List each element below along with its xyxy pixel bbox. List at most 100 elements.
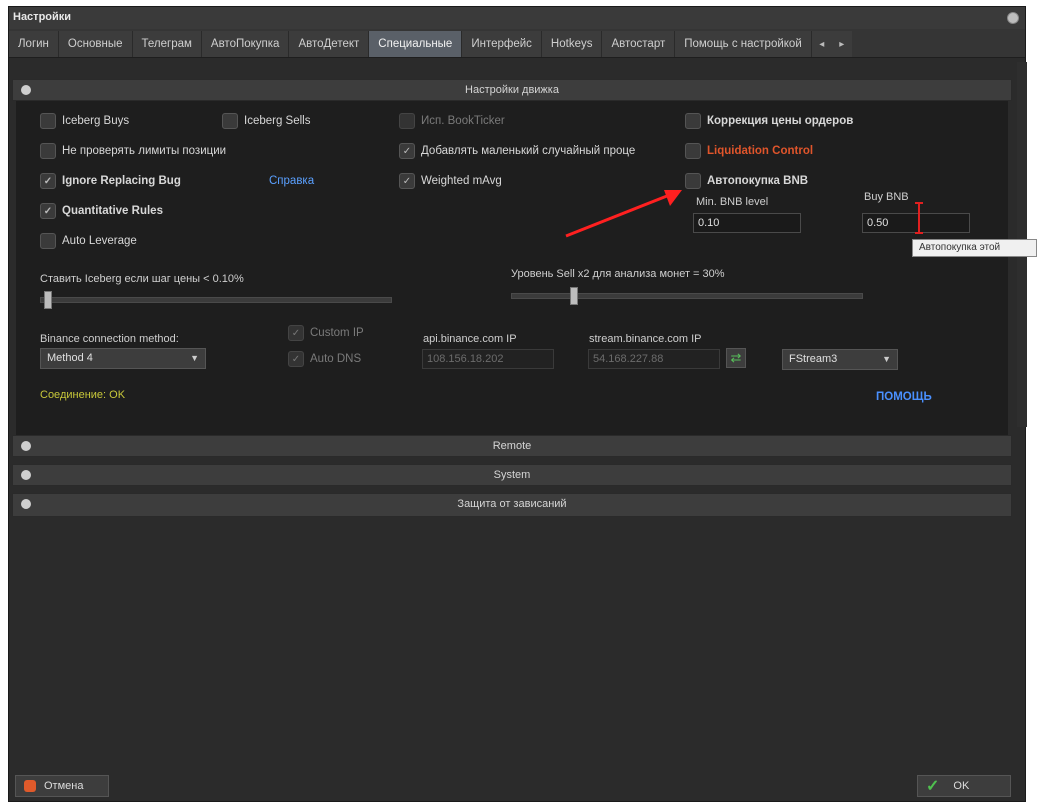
auto-leverage-checkbox[interactable]: Auto Leverage	[40, 233, 137, 249]
tab-scroll-left-icon[interactable]: ◂	[811, 31, 832, 57]
connection-method-value: Method 4	[47, 352, 93, 364]
tab-hotkeys[interactable]: Hotkeys	[541, 31, 603, 57]
ignore-replacing-bug-label: Ignore Replacing Bug	[62, 175, 181, 187]
connection-method-label: Binance connection method:	[40, 333, 179, 345]
checkbox-box[interactable]	[222, 113, 238, 129]
tab-scroll-right-icon[interactable]: ▸	[831, 31, 852, 57]
iceberg-buys-checkbox[interactable]: Iceberg Buys	[40, 113, 129, 129]
checkbox-box[interactable]	[40, 113, 56, 129]
auto-leverage-label: Auto Leverage	[62, 235, 137, 247]
add-small-random-label: Добавлять маленький случайный проце	[421, 145, 636, 157]
tab-autostart[interactable]: Автостарт	[602, 31, 676, 57]
chevron-down-icon: ▼	[882, 354, 891, 364]
help-link[interactable]: Справка	[269, 175, 314, 187]
freeze-protection-section-header[interactable]: Защита от зависаний	[12, 493, 1012, 517]
autobuy-bnb-checkbox[interactable]: Автопокупка BNB	[685, 173, 808, 189]
engine-section-body: Iceberg Buys Iceberg Sells Исп. BookTick…	[16, 101, 1008, 451]
connection-method-select[interactable]: Method 4 ▼	[40, 348, 206, 369]
checkmark-icon[interactable]: ✓	[288, 351, 304, 367]
iceberg-slider-label: Ставить Iceberg если шаг цены < 0.10%	[40, 273, 244, 285]
expand-icon[interactable]	[21, 470, 31, 480]
system-section-header[interactable]: System	[12, 464, 1012, 486]
checkbox-box[interactable]	[685, 113, 701, 129]
checkmark-icon[interactable]: ✓	[40, 173, 56, 189]
use-bookticker-checkbox[interactable]: Исп. BookTicker	[399, 113, 505, 129]
buy-bnb-label: Buy BNB	[864, 191, 909, 203]
auto-dns-checkbox[interactable]: ✓ Auto DNS	[288, 351, 361, 367]
checkmark-icon[interactable]: ✓	[288, 325, 304, 341]
ignore-replacing-bug-checkbox[interactable]: ✓ Ignore Replacing Bug	[40, 173, 181, 189]
system-section-title: System	[493, 469, 531, 481]
remote-section-header[interactable]: Remote	[12, 435, 1012, 457]
ok-button-label: OK	[953, 780, 970, 792]
min-bnb-input[interactable]: 0.10	[693, 213, 801, 233]
use-bookticker-label: Исп. BookTicker	[421, 115, 505, 127]
checkmark-icon[interactable]: ✓	[399, 173, 415, 189]
tab-login[interactable]: Логин	[9, 31, 59, 57]
engine-section-header[interactable]: Настройки движка	[12, 79, 1012, 101]
tab-bar: Логин Основные Телеграм АвтоПокупка Авто…	[9, 29, 1025, 58]
engine-section-title: Настройки движка	[465, 84, 559, 96]
text-cursor-icon	[915, 202, 923, 234]
checkbox-box[interactable]	[40, 143, 56, 159]
annotation-arrow-icon	[565, 190, 682, 238]
custom-ip-label: Custom IP	[310, 327, 364, 339]
tab-autobuy[interactable]: АвтоПокупка	[201, 31, 290, 57]
tab-autodetect[interactable]: АвтоДетект	[289, 31, 370, 57]
settings-window: Настройки Логин Основные Телеграм АвтоПо…	[8, 6, 1027, 802]
sellx2-slider-label: Уровень Sell x2 для анализа монет = 30%	[511, 268, 725, 280]
close-icon[interactable]	[1007, 12, 1019, 24]
slider-thumb[interactable]	[570, 287, 578, 305]
tab-setup-help[interactable]: Помощь с настройкой	[675, 31, 812, 57]
iceberg-slider[interactable]	[40, 291, 392, 309]
checkbox-box[interactable]	[40, 233, 56, 249]
checkmark-icon[interactable]: ✓	[399, 143, 415, 159]
liquidation-control-label: Liquidation Control	[707, 145, 814, 157]
order-price-correction-checkbox[interactable]: Коррекция цены ордеров	[685, 113, 853, 129]
tab-telegram[interactable]: Телеграм	[132, 31, 202, 57]
custom-ip-checkbox[interactable]: ✓ Custom IP	[288, 325, 364, 341]
special-tab-pane: Настройки движка Iceberg Buys Iceberg Se…	[12, 62, 1012, 762]
min-bnb-label: Min. BNB level	[696, 196, 769, 208]
expand-icon[interactable]	[21, 441, 31, 451]
checkbox-box[interactable]	[399, 113, 415, 129]
cancel-button[interactable]: Отмена	[15, 775, 109, 797]
add-small-random-checkbox[interactable]: ✓ Добавлять маленький случайный проце	[399, 143, 635, 159]
stream-select-value: FStream3	[789, 353, 838, 365]
expand-icon[interactable]	[21, 499, 31, 509]
refresh-icon[interactable]: ⇄	[726, 348, 746, 368]
iceberg-sells-checkbox[interactable]: Iceberg Sells	[222, 113, 310, 129]
order-price-correction-label: Коррекция цены ордеров	[707, 115, 854, 127]
auto-dns-label: Auto DNS	[310, 353, 362, 365]
sellx2-slider[interactable]	[511, 287, 863, 305]
quantitative-rules-checkbox[interactable]: ✓ Quantitative Rules	[40, 203, 163, 219]
liquidation-control-checkbox[interactable]: Liquidation Control	[685, 143, 813, 159]
window-title: Настройки	[13, 11, 72, 23]
slider-thumb[interactable]	[44, 291, 52, 309]
tab-special[interactable]: Специальные	[369, 31, 463, 57]
weighted-mavg-checkbox[interactable]: ✓ Weighted mAvg	[399, 173, 502, 189]
stream-ip-input[interactable]: 54.168.227.88	[588, 349, 720, 369]
api-ip-input[interactable]: 108.156.18.202	[422, 349, 554, 369]
chevron-down-icon: ▼	[190, 353, 199, 363]
autobuy-tooltip: Автопокупка этой	[912, 239, 1037, 257]
help-button[interactable]: ПОМОЩЬ	[876, 391, 932, 403]
no-check-position-limits-checkbox[interactable]: Не проверять лимиты позиции	[40, 143, 226, 159]
tab-interface[interactable]: Интерфейс	[462, 31, 542, 57]
weighted-mavg-label: Weighted mAvg	[421, 175, 502, 187]
checkmark-icon: ✓	[926, 778, 940, 795]
freeze-protection-section-title: Защита от зависаний	[457, 498, 567, 510]
stream-ip-label: stream.binance.com IP	[589, 333, 702, 345]
tab-main[interactable]: Основные	[58, 31, 133, 57]
stream-select[interactable]: FStream3 ▼	[782, 349, 898, 370]
connection-status: Соединение: OK	[40, 389, 126, 401]
autobuy-bnb-label: Автопокупка BNB	[707, 175, 809, 187]
ok-button[interactable]: ✓ OK	[917, 775, 1011, 797]
title-bar: Настройки	[9, 7, 1025, 30]
quantitative-rules-label: Quantitative Rules	[62, 205, 163, 217]
footer-bar: Отмена ✓ OK	[9, 771, 1025, 801]
checkbox-box[interactable]	[685, 143, 701, 159]
checkmark-icon[interactable]: ✓	[40, 203, 56, 219]
collapse-icon[interactable]	[21, 85, 31, 95]
cancel-icon	[24, 780, 36, 792]
